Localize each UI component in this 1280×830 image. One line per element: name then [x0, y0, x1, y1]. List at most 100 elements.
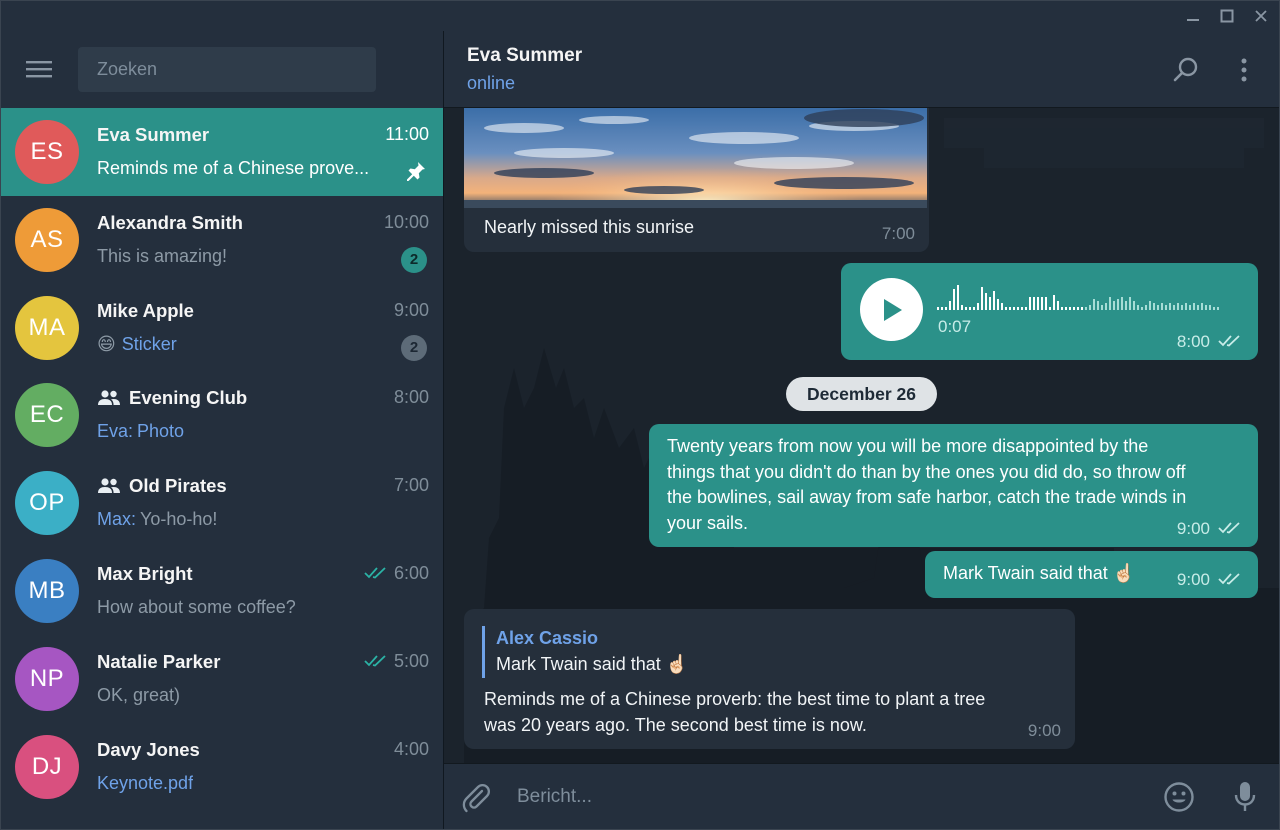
text-message[interactable]: Mark Twain said that ☝🏻 9:00 — [925, 551, 1258, 598]
message-line: your sails. — [667, 512, 749, 533]
message-time: 9:00 — [1176, 518, 1210, 538]
chat-time: 7:00 — [393, 475, 429, 496]
message-time: 7:00 — [881, 223, 915, 243]
chat-preview: 😄 Sticker — [97, 334, 177, 355]
double-check-icon — [364, 655, 386, 667]
more-button[interactable] — [1227, 53, 1261, 87]
message-text: Reminds me of a Chinese proverb: the bes… — [484, 687, 1064, 738]
message-line: things that you didn't do than by the on… — [667, 461, 1186, 482]
chat-name-text: Evening Club — [129, 387, 248, 409]
paperclip-icon — [462, 783, 491, 813]
chat-name: Alexandra Smith — [97, 212, 243, 234]
play-icon — [883, 298, 902, 321]
message-time: 9:00 — [1176, 569, 1210, 589]
chat-item-alexandra-smith[interactable]: AS Alexandra Smith 10:00 This is amazing… — [1, 196, 443, 284]
chat-item-natalie-parker[interactable]: NP Natalie Parker 5:00 OK, great) — [1, 635, 443, 723]
minimize-button[interactable] — [1175, 1, 1211, 31]
sunrise-photo[interactable] — [464, 108, 927, 208]
chat-preview: OK, great) — [97, 684, 181, 705]
message-input[interactable] — [517, 778, 1137, 816]
message-meta: 8:00 — [1177, 329, 1244, 355]
chat-header: Eva Summer online — [444, 31, 1279, 108]
message-line: Reminds me of a Chinese proverb: the bes… — [484, 689, 986, 709]
preview-text: Sticker — [121, 333, 177, 354]
avatar: DJ — [15, 734, 79, 799]
chat-item-old-pirates[interactable]: OP Old Pirates 7:00 Max: Yo-ho-ho! — [1, 459, 443, 547]
chat-name-text: Mike Apple — [97, 299, 194, 321]
chat-item-davy-jones[interactable]: DJ Davy Jones 4:00 Keynote.pdf — [1, 723, 443, 811]
minimize-icon — [1187, 19, 1199, 21]
chat-time: 11:00 — [385, 124, 429, 144]
chat-preview: This is amazing! — [97, 245, 228, 266]
sidebar: ES Eva Summer 11:00 Reminds me of a Chin… — [1, 31, 444, 829]
chat-name-text: Natalie Parker — [97, 650, 221, 672]
maximize-button[interactable] — [1209, 1, 1245, 31]
group-icon — [98, 390, 120, 406]
chat-name: Evening Club — [97, 387, 247, 409]
photo-message[interactable]: Nearly missed this sunrise 7:00 — [464, 108, 929, 252]
message-time: 9:00 — [1027, 720, 1061, 740]
chat-time-text: 6:00 — [393, 562, 429, 583]
chat-panel: Eva Summer online Nearly missed this sun… — [444, 31, 1279, 829]
menu-button[interactable] — [19, 53, 59, 85]
chat-item-mike-apple[interactable]: MA Mike Apple 9:00 😄 Sticker 2 — [1, 284, 443, 372]
message-text: Mark Twain said that ☝🏻 — [943, 561, 1135, 587]
search-icon — [1173, 57, 1198, 82]
double-check-icon — [1218, 335, 1240, 347]
preview-sender: Eva: — [97, 421, 134, 442]
chat-name-text: Old Pirates — [129, 475, 227, 497]
waveform[interactable] — [937, 281, 1227, 311]
chat-name: Mike Apple — [97, 300, 194, 322]
voice-duration: 0:07 — [938, 317, 972, 336]
pin-icon — [405, 160, 427, 187]
microphone-icon — [1234, 782, 1256, 811]
text-message[interactable]: Twenty years from now you will be more d… — [649, 424, 1258, 547]
chat-preview: Eva: Photo — [97, 421, 184, 442]
voice-message[interactable]: 0:07 8:00 — [841, 263, 1258, 360]
reply-text: Mark Twain said that ☝🏻 — [496, 651, 688, 678]
reply-preview[interactable]: Alex Cassio Mark Twain said that ☝🏻 — [482, 626, 688, 678]
title-bar — [1, 1, 1279, 31]
pointing-up-emoji: ☝🏻 — [1112, 563, 1136, 583]
sidebar-header — [1, 31, 444, 108]
chat-time: 10:00 — [383, 211, 429, 232]
chat-preview: Keynote.pdf — [97, 773, 193, 794]
unread-badge: 2 — [401, 334, 427, 361]
chat-name: Eva Summer — [97, 124, 209, 146]
message-meta: 7:00 — [882, 221, 915, 247]
message-line: the bowlines, sail away from safe harbor… — [667, 487, 1187, 507]
attach-button[interactable] — [458, 780, 494, 816]
close-icon — [1255, 10, 1267, 22]
peer-name[interactable]: Eva Summer — [467, 45, 582, 67]
chat-item-eva-summer[interactable]: ES Eva Summer 11:00 Reminds me of a Chin… — [1, 108, 443, 196]
chat-time: 6:00 — [364, 563, 429, 584]
close-button[interactable] — [1243, 1, 1279, 31]
avatar: OP — [15, 471, 79, 536]
chat-name-text: Alexandra Smith — [97, 211, 243, 233]
chat-name-text: Davy Jones — [97, 738, 200, 760]
reply-author: Alex Cassio — [496, 628, 599, 648]
microphone-button[interactable] — [1226, 778, 1264, 816]
preview-link[interactable]: Keynote.pdf — [97, 773, 193, 794]
message-list: Nearly missed this sunrise 7:00 0:07 8:0… — [444, 108, 1279, 763]
chat-name-text: Eva Summer — [97, 124, 210, 145]
avatar: ES — [15, 120, 79, 184]
composer — [444, 763, 1279, 829]
avatar: EC — [15, 383, 79, 448]
chat-item-max-bright[interactable]: MB Max Bright 6:00 How about some coffee… — [1, 547, 443, 635]
chat-preview: How about some coffee? — [97, 596, 296, 617]
avatar: MA — [15, 295, 79, 360]
chat-preview: Max: Yo-ho-ho! — [97, 509, 217, 530]
search-button[interactable] — [1169, 53, 1203, 87]
chat-name: Old Pirates — [97, 475, 227, 497]
reply-text-line: Mark Twain said that — [496, 654, 661, 674]
reply-message[interactable]: Alex Cassio Mark Twain said that ☝🏻 Remi… — [464, 609, 1075, 749]
unread-badge: 2 — [401, 246, 427, 273]
pointing-up-emoji: ☝🏻 — [665, 654, 689, 674]
emoji-button[interactable] — [1160, 778, 1198, 816]
message-line: Twenty years from now you will be more d… — [667, 436, 1149, 456]
search-input[interactable] — [78, 47, 376, 92]
chat-item-evening-club[interactable]: EC Evening Club 8:00 Eva: Photo — [1, 371, 443, 459]
chat-time: 8:00 — [393, 387, 429, 408]
play-button[interactable] — [860, 278, 923, 341]
